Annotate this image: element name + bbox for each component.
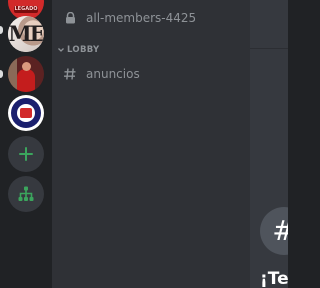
server-image-head (22, 62, 31, 71)
server-logo-text: ME (8, 21, 44, 46)
server-icon-4[interactable] (8, 95, 44, 131)
server-image-bg (8, 56, 17, 92)
plus-icon (18, 146, 34, 162)
explore-servers-button[interactable] (8, 176, 44, 212)
category-lobby[interactable]: LOBBY (56, 44, 100, 56)
channel-item-all-members[interactable]: all-members-4425 (58, 7, 242, 29)
server-icon-2[interactable]: ME (8, 16, 44, 52)
chat-panel: # ¡Te (250, 0, 288, 288)
chevron-down-icon (56, 46, 65, 55)
channel-label: anuncios (86, 67, 140, 81)
server-logo-mark (20, 108, 32, 118)
channel-item-anuncios[interactable]: anuncios (58, 63, 242, 85)
add-server-button[interactable] (8, 136, 44, 172)
hierarchy-icon (17, 185, 35, 203)
lock-icon (62, 10, 78, 26)
unread-pip (0, 26, 3, 34)
server-banner-text: LEGADO (14, 6, 38, 12)
channel-label: all-members-4425 (86, 11, 197, 25)
server-image-figure (17, 69, 35, 92)
unread-pip (0, 70, 3, 78)
welcome-title: ¡Te (260, 269, 288, 288)
server-icon-3[interactable] (8, 56, 44, 92)
category-label: LOBBY (67, 45, 100, 55)
chat-header (250, 0, 288, 48)
hash-icon (62, 66, 78, 82)
discord-app: LEGADO ME all-members-4425 LOBBY anuncio… (0, 0, 288, 288)
server-rail: LEGADO ME (0, 0, 52, 288)
welcome-hash-icon: # (260, 207, 288, 255)
channel-sidebar: all-members-4425 LOBBY anuncios (52, 0, 250, 288)
